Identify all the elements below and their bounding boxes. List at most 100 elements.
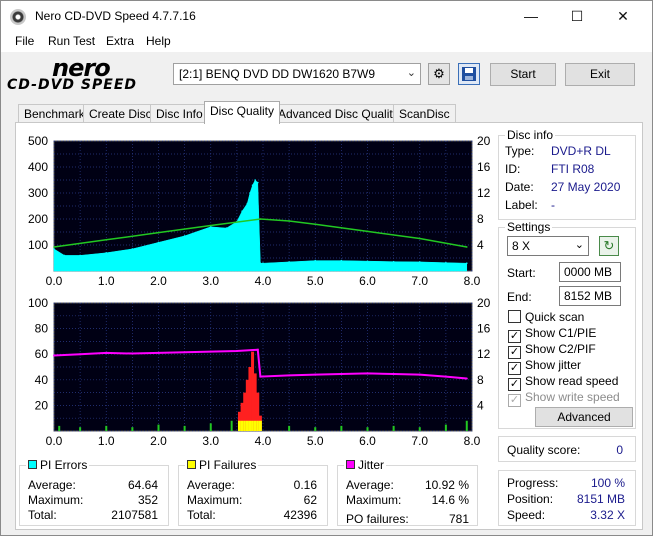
menu-file[interactable]: File [15,34,34,48]
menu-run-test[interactable]: Run Test [48,34,95,48]
show-read-speed-checkbox[interactable]: ✓ Show read speed [508,374,618,391]
disc-label-value: - [551,198,555,212]
jitter-point [392,373,395,376]
pi-errors-point [392,260,395,263]
speed-select[interactable]: 8 X ⌄ [507,236,589,256]
po-failures-label: PO failures: [346,512,409,526]
show-c2-pif-checkbox[interactable]: ✓ Show C2/PIF [508,342,596,359]
tab-benchmark[interactable]: Benchmark [18,104,91,124]
y-tick-label: 20 [35,398,49,412]
pi-errors-chart: 0.0 1.0 2.0 3.0 4.0 5.0 6.0 7.0 8.0 100 200 300 400 5… [28,134,491,288]
pi-errors-total-value: 2107581 [111,508,158,522]
jitter-point [53,354,55,357]
pi-errors-point [340,259,343,262]
y2-tick-label: 8 [477,212,484,226]
tab-advanced-disc-quality[interactable]: Advanced Disc Quality [272,104,405,124]
jitter-point [259,375,262,378]
pi-errors-point [445,261,447,264]
tab-disc-info[interactable]: Disc Info [150,104,209,124]
y2-tick-label: 12 [477,347,491,361]
advanced-button[interactable]: Advanced [535,407,633,427]
jitter-swatch [346,460,355,469]
read-speed-point [366,230,369,233]
pi-errors-box: PI Errors Average: 64.64 Maximum: 352 To… [19,458,169,526]
pi-failures-bar-base [243,420,247,431]
nero-logo: nero CD-DVD SPEED [7,54,167,94]
x-tick-label: 2.0 [150,274,167,288]
settings-group: Settings 8 X ⌄ ↻ Start: 0000 MB End: 815… [498,220,636,429]
quick-scan-checkbox[interactable]: Quick scan [508,310,584,326]
tab-disc-quality[interactable]: Disc Quality [204,101,281,124]
y2-tick-label: 12 [477,186,491,200]
disc-date-value: 27 May 2020 [551,180,621,194]
pi-failures-bar-low [418,427,421,431]
jitter-point [366,372,369,375]
start-button[interactable]: Start [490,63,556,86]
pi-errors-point [251,184,254,186]
eject-icon[interactable]: ⚙ [428,63,450,85]
disc-type-label: Type: [505,144,535,158]
pi-failures-bar-base [258,420,262,431]
x-tick-label: 3.0 [202,434,219,448]
start-field[interactable]: 0000 MB [559,262,621,282]
pi-errors-point [262,262,264,264]
read-speed-point [209,224,212,227]
pi-failures-bar-base [251,420,255,431]
pi-errors-title: PI Errors [26,458,90,472]
exit-button[interactable]: Exit [565,63,635,86]
pi-errors-point [183,235,186,237]
jitter-point [465,377,468,380]
x-tick-label: 6.0 [359,434,376,448]
pi-failures-max-value: 62 [303,493,317,507]
pi-failures-bar-low [366,427,369,431]
drive-select-value: [2:1] BENQ DVD DD DW1620 B7W9 [179,67,376,81]
disc-id-value: FTI R08 [551,162,595,176]
maximize-icon[interactable]: ☐ [554,1,600,32]
pi-failures-max-label: Maximum: [187,493,243,507]
x-tick-label: 4.0 [255,274,272,288]
menu-help[interactable]: Help [146,34,171,48]
close-icon[interactable]: ✕ [600,1,646,32]
pi-errors-point [53,248,55,250]
pi-errors-point [241,210,243,212]
jitter-point [340,373,343,376]
checkbox-box [508,310,521,323]
position-label: Position: [507,492,554,506]
show-jitter-checkbox[interactable]: ✓ Show jitter [508,358,581,375]
pi-errors-point [288,261,290,263]
tab-create-disc[interactable]: Create Disc [83,104,158,124]
minimize-icon[interactable]: — [508,1,554,32]
pi-failures-bar-low [340,425,343,431]
menu-extra[interactable]: Extra [106,34,134,48]
read-speed-point [465,246,468,248]
jitter-max-value: 14.6 % [431,493,469,507]
end-label: End: [507,290,532,304]
logo-product: CD-DVD SPEED [7,77,138,93]
drive-select[interactable]: [2:1] BENQ DVD DD DW1620 B7W9 ⌄ [173,63,421,85]
y2-tick-label: 4 [477,398,484,412]
jitter-point [288,374,291,377]
read-speed-point [259,218,262,220]
read-speed-point [418,237,421,240]
pi-failures-bar-low [230,420,233,431]
y2-tick-label: 8 [477,373,484,387]
read-speed-point [314,223,317,225]
refresh-icon[interactable]: ↻ [599,236,619,256]
disc-type-value: DVD+R DL [551,144,611,158]
save-icon[interactable] [458,63,480,85]
jitter-point [79,353,82,356]
menu-bar: File Run Test Extra Help [1,32,652,52]
tab-scandisc[interactable]: ScanDisc [393,104,456,124]
progress-value: 100 % [590,476,625,490]
pi-failures-bar-low [465,420,468,431]
pi-errors-point [225,227,228,229]
end-field[interactable]: 8152 MB [559,286,621,306]
show-c1-pie-checkbox[interactable]: ✓ Show C1/PIE [508,326,596,343]
quality-score-value: 0 [616,443,623,457]
pi-errors-total-label: Total: [28,508,57,522]
jitter-max-label: Maximum: [346,493,402,507]
read-speed-point [288,220,290,222]
read-speed-point [53,246,55,248]
pi-failures-bar-base [240,420,244,431]
pi-errors-point [256,181,259,184]
